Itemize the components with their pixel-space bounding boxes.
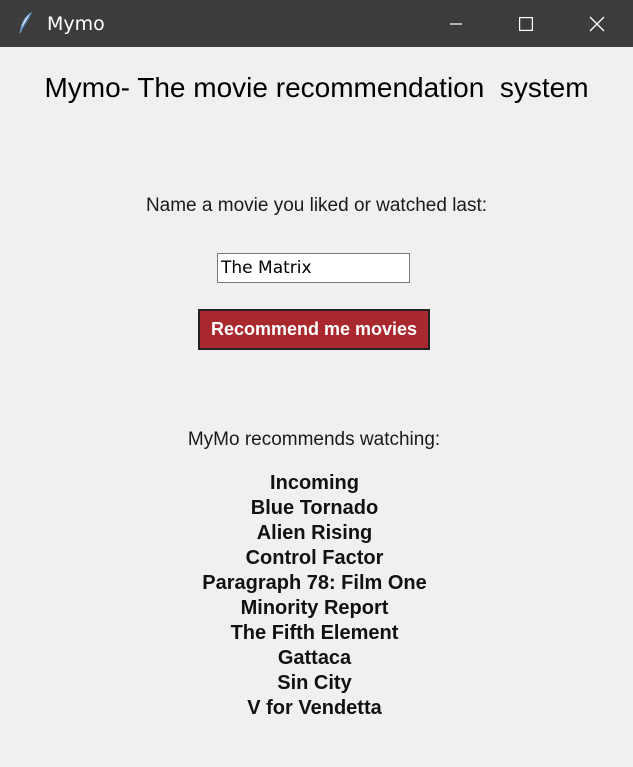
close-button[interactable] [561, 0, 633, 47]
recommend-button[interactable]: Recommend me movies [198, 309, 430, 350]
minimize-icon [450, 22, 462, 25]
movie-prompt-label: Name a movie you liked or watched last: [145, 195, 488, 216]
app-window: Mymo Mymo- The movie recommendation syst… [0, 0, 633, 767]
recommendations-list: Incoming Blue Tornado Alien Rising Contr… [0, 471, 629, 721]
page-title: Mymo- The movie recommendation system [44, 72, 589, 103]
window-title: Mymo [47, 13, 105, 35]
maximize-button[interactable] [491, 0, 561, 47]
list-item: Blue Tornado [250, 497, 379, 519]
list-item: Sin City [277, 672, 352, 694]
feather-icon [16, 11, 36, 34]
maximize-icon [519, 16, 533, 31]
list-item: V for Vendetta [247, 697, 382, 719]
list-item: Paragraph 78: Film One [202, 572, 427, 594]
list-item: The Fifth Element [230, 622, 399, 644]
list-item: Control Factor [245, 547, 384, 569]
close-icon [589, 16, 605, 31]
title-bar[interactable]: Mymo [0, 0, 633, 47]
list-item: Gattaca [277, 647, 352, 669]
list-item: Incoming [270, 472, 359, 494]
movie-input[interactable] [217, 253, 410, 283]
list-item: Alien Rising [256, 522, 373, 544]
minimize-button[interactable] [421, 0, 491, 47]
list-item: Minority Report [240, 597, 389, 619]
recommendations-label: MyMo recommends watching: [187, 429, 441, 450]
